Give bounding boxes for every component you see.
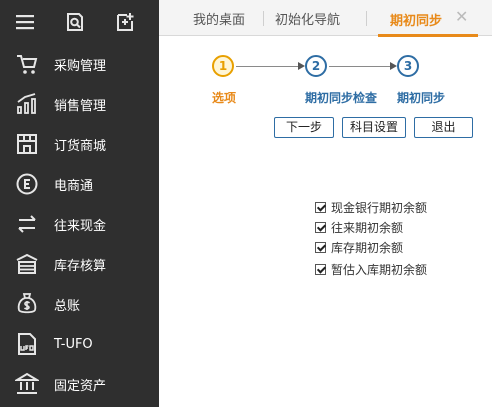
step-connector <box>236 66 298 67</box>
checkbox-checked[interactable] <box>315 221 326 233</box>
ecommerce-icon <box>0 164 54 204</box>
sidebar-item-label: 销售管理 <box>54 98 107 114</box>
chart-icon <box>0 84 54 124</box>
step-3-label: 期初同步 <box>397 91 446 105</box>
option-receivable-payable[interactable]: 往来期初余额 <box>315 218 403 236</box>
tab-divider <box>366 11 367 26</box>
option-provisional-receipt[interactable]: 暂估入库期初余额 <box>315 260 427 278</box>
search-doc-button[interactable] <box>50 0 100 44</box>
close-icon[interactable]: ✕ <box>455 9 468 25</box>
sidebar-item-mall[interactable]: 订货商城 <box>0 124 159 164</box>
sidebar-nav: 采购管理 销售管理 订货商城 电商通 往来现金 库存核算 总账 T-UFO 固定… <box>0 44 159 404</box>
next-step-button[interactable]: 下一步 <box>274 117 334 138</box>
checkbox-checked[interactable] <box>315 263 326 275</box>
tab-bar: 我的桌面 初始化导航 期初同步 ✕ <box>159 0 492 37</box>
sidebar-item-inventory[interactable]: 库存核算 <box>0 244 159 284</box>
sidebar-item-label: 总账 <box>54 298 81 314</box>
sidebar-item-purchase[interactable]: 采购管理 <box>0 44 159 84</box>
exchange-icon <box>0 204 54 244</box>
tab-divider <box>263 11 264 26</box>
app-window: 采购管理 销售管理 订货商城 电商通 往来现金 库存核算 总账 T-UFO 固定… <box>0 0 492 407</box>
menu-icon <box>16 15 34 30</box>
add-doc-icon <box>117 13 134 31</box>
sidebar-item-cash[interactable]: 往来现金 <box>0 204 159 244</box>
store-icon <box>0 124 54 164</box>
option-cash-bank[interactable]: 现金银行期初余额 <box>315 198 427 216</box>
add-doc-button[interactable] <box>100 0 150 44</box>
warehouse-icon <box>0 244 54 284</box>
ledger-icon <box>0 284 54 324</box>
ufo-report-icon <box>0 324 54 364</box>
search-doc-icon <box>67 13 83 31</box>
sidebar-item-label: 订货商城 <box>54 138 107 154</box>
option-label: 库存期初余额 <box>331 240 404 255</box>
step-1-label: 选项 <box>212 91 237 105</box>
step-3-circle[interactable]: 3 <box>397 55 419 77</box>
cart-icon <box>0 44 54 84</box>
checkbox-checked[interactable] <box>315 241 326 253</box>
step-1-circle[interactable]: 1 <box>212 55 234 77</box>
sidebar-item-ledger[interactable]: 总账 <box>0 284 159 324</box>
menu-toggle-button[interactable] <box>0 0 50 44</box>
tab-init-navigation[interactable]: 初始化导航 <box>275 9 340 31</box>
option-label: 现金银行期初余额 <box>331 200 428 215</box>
option-inventory[interactable]: 库存期初余额 <box>315 238 403 256</box>
step-connector <box>329 66 390 67</box>
sidebar-item-label: 采购管理 <box>54 58 107 74</box>
sidebar-item-label: T-UFO <box>54 336 93 352</box>
exit-button[interactable]: 退出 <box>414 117 473 138</box>
checkbox-checked[interactable] <box>315 201 326 213</box>
arrow-right-icon <box>390 62 397 70</box>
sidebar-item-fixed-assets[interactable]: 固定资产 <box>0 364 159 404</box>
step-2-circle[interactable]: 2 <box>305 55 327 77</box>
option-label: 往来期初余额 <box>331 220 404 235</box>
sidebar-toolbar <box>0 0 159 44</box>
sidebar-item-label: 固定资产 <box>54 378 107 394</box>
sidebar-item-label: 电商通 <box>54 178 94 194</box>
tab-label: 期初同步 <box>390 14 443 29</box>
sidebar-item-sales[interactable]: 销售管理 <box>0 84 159 124</box>
sidebar-item-label: 库存核算 <box>54 258 107 274</box>
option-label: 暂估入库期初余额 <box>331 262 428 277</box>
tab-my-desktop[interactable]: 我的桌面 <box>193 9 245 31</box>
arrow-right-icon <box>298 62 305 70</box>
sidebar-item-tufo[interactable]: T-UFO <box>0 324 159 364</box>
sidebar-item-ecommerce[interactable]: 电商通 <box>0 164 159 204</box>
main-panel: 我的桌面 初始化导航 期初同步 ✕ 1 2 3 选项 期初同步检查 期初同步 下… <box>159 0 492 407</box>
step-2-label: 期初同步检查 <box>305 91 378 105</box>
sidebar: 采购管理 销售管理 订货商城 电商通 往来现金 库存核算 总账 T-UFO 固定… <box>0 0 159 407</box>
subject-settings-button[interactable]: 科目设置 <box>342 117 406 138</box>
sidebar-item-label: 往来现金 <box>54 218 107 234</box>
asset-icon <box>0 364 54 404</box>
